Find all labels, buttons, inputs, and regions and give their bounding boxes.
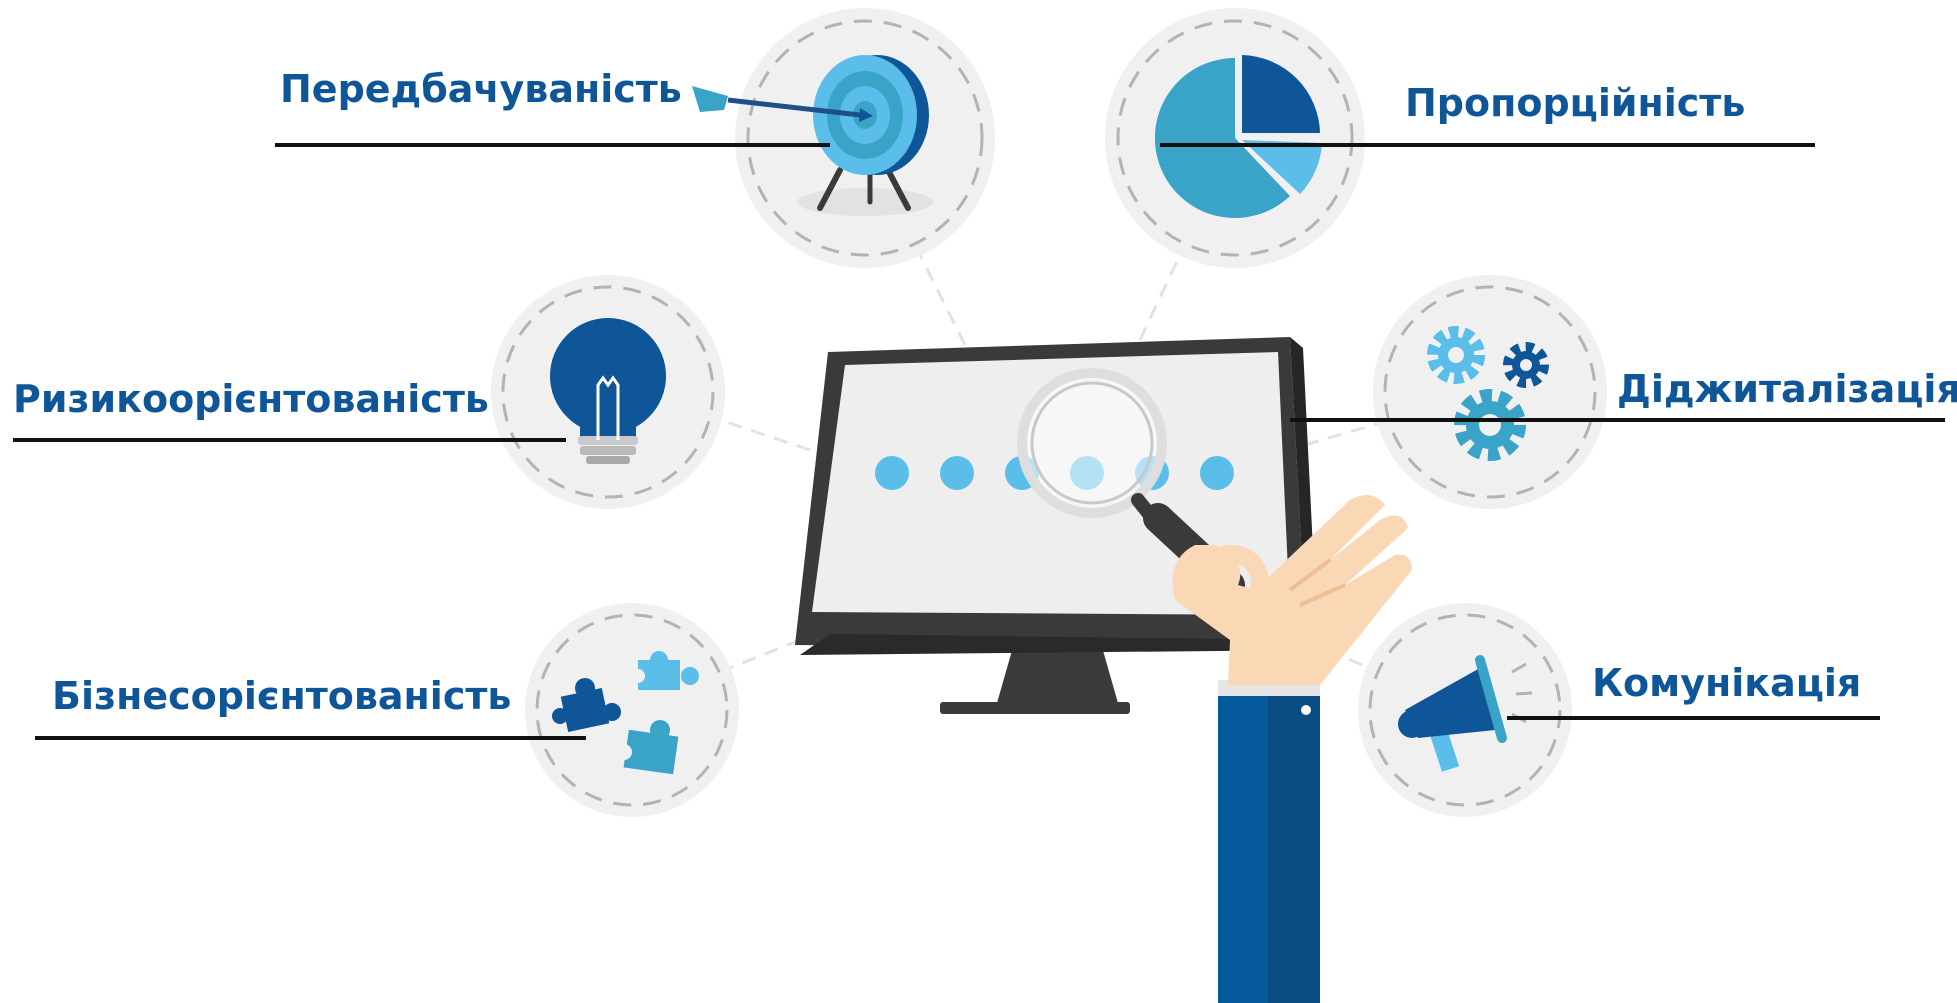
label-predictability: Передбачуваність — [280, 67, 682, 111]
diagram-canvas — [13, 8, 1945, 1003]
label-proportionality: Пропорційність — [1405, 81, 1746, 125]
label-risk-orientation: Ризикоорієнтованість — [13, 377, 489, 421]
pie-chart-icon — [1105, 8, 1365, 268]
label-communication: Комунікація — [1592, 661, 1862, 705]
megaphone-icon — [1358, 603, 1572, 817]
puzzle-icon — [525, 603, 739, 817]
label-digitalization: Діджиталізація — [1617, 367, 1957, 411]
gears-icon — [1373, 275, 1607, 509]
monitor-magnifier-icon — [795, 337, 1412, 1003]
target-icon — [692, 8, 995, 268]
label-business-orientation: Бізнесорієнтованість — [52, 674, 512, 718]
lightbulb-icon — [491, 275, 725, 509]
